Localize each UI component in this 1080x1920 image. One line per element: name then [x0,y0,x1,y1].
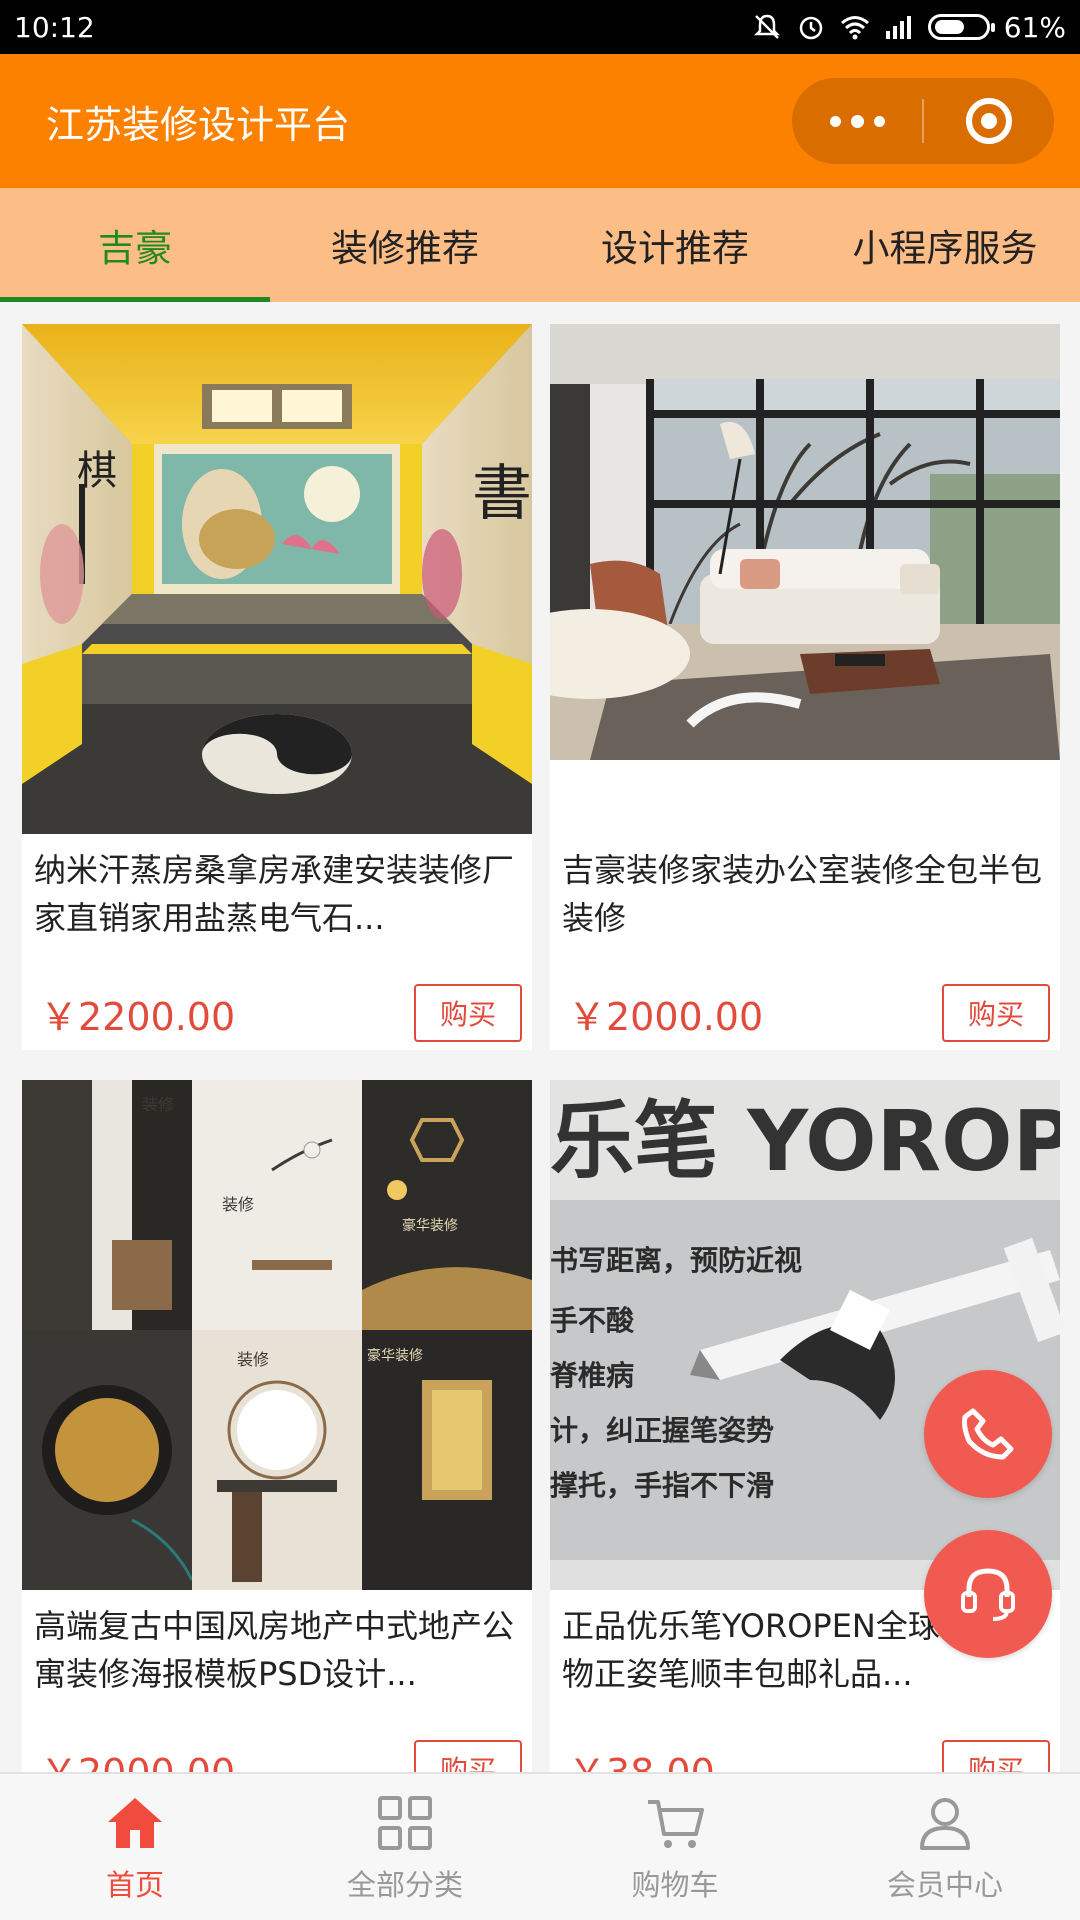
tab-mini-program-service[interactable]: 小程序服务 [810,188,1080,302]
nav-member-center[interactable]: 会员中心 [810,1774,1080,1920]
pen-feature-line: 撑托，手指不下滑 [550,1469,774,1502]
more-dots-icon[interactable] [792,78,922,164]
grid-icon [378,1796,432,1850]
tab-decoration-recommend[interactable]: 装修推荐 [270,188,540,302]
category-tabs: 吉豪 装修推荐 设计推荐 小程序服务 [0,188,1080,302]
customer-service-icon [961,1568,1015,1621]
product-image-chinese-poster[interactable]: 装修 装修 装修 豪华装修 豪华装修 [22,1080,532,1590]
poster-label: 装修 [237,1350,269,1369]
mute-icon [753,14,780,39]
svg-text:棋: 棋 [77,448,117,494]
product-card[interactable]: 書 棋 纳米汗蒸房桑拿房承建安装装修厂家直销家用盐蒸电气石... ￥2200.0… [22,324,532,1050]
app-header: 江苏装修设计平台 [0,54,1080,188]
nav-cart[interactable]: 购物车 [540,1774,810,1920]
status-icons: 61% [752,11,1066,44]
tab-design-recommend[interactable]: 设计推荐 [540,188,810,302]
poster-label: 豪华装修 [402,1218,458,1234]
target-icon[interactable] [924,78,1054,164]
battery-icon [927,14,995,40]
product-name[interactable]: 高端复古中国风房地产中式地产公寓装修海报模板PSD设计... [34,1602,520,1698]
product-image-living-room[interactable] [550,324,1060,760]
user-icon [920,1798,970,1850]
pen-feature-line: 书写距离，预防近视 [550,1244,802,1277]
alarm-icon [799,16,823,40]
nav-label: 购物车 [631,1868,719,1902]
battery-percent: 61% [1003,10,1066,44]
product-name[interactable]: 纳米汗蒸房桑拿房承建安装装修厂家直销家用盐蒸电气石... [34,846,520,942]
product-card[interactable]: 装修 装修 装修 豪华装修 豪华装修 高端复古中国风房地产中式地产公寓装修海报模… [22,1080,532,1780]
nav-all-categories[interactable]: 全部分类 [270,1774,540,1920]
mini-program-capsule [792,78,1054,164]
nav-label: 首页 [105,1868,164,1902]
nav-home[interactable]: 首页 [0,1774,270,1920]
pen-headline: 乐笔 YOROPE [550,1092,1060,1190]
buy-button[interactable]: 购买 [942,984,1050,1042]
product-card[interactable]: 吉豪装修家装办公室装修全包半包装修 ￥2000.00 购买 [550,324,1060,1050]
pen-feature-line: 计，纠正握笔姿势 [550,1414,774,1447]
poster-label: 豪华装修 [367,1348,423,1364]
phone-icon [962,1408,1014,1460]
product-image-sauna-room[interactable]: 書 棋 [22,324,532,834]
signal-icon [885,16,911,39]
product-price: ￥2000.00 [568,995,764,1039]
nav-label: 会员中心 [886,1868,1003,1902]
product-image-yoropen-pen[interactable]: 乐笔 YOROPE 书写距离，预防近视 手不酸 脊椎病 计，纠正握笔姿势 撑托，… [550,1080,1060,1590]
status-bar: 10:12 61% [0,0,1080,54]
pen-feature-line: 手不酸 [550,1304,635,1337]
status-time: 10:12 [14,10,95,44]
poster-label: 装修 [222,1195,254,1214]
phone-button[interactable] [924,1370,1052,1498]
home-icon [108,1798,162,1848]
buy-button[interactable]: 购买 [414,984,522,1042]
cart-icon [648,1800,704,1848]
customer-service-button[interactable] [924,1530,1052,1658]
product-price: ￥2200.00 [40,995,236,1039]
page-title: 江苏装修设计平台 [46,102,351,147]
bottom-nav: 首页 全部分类 购物车 会员中心 [0,1772,1080,1920]
nav-label: 全部分类 [346,1868,463,1902]
svg-text:書: 書 [472,459,532,529]
pen-feature-line: 脊椎病 [550,1359,634,1392]
poster-label: 装修 [142,1095,174,1114]
wifi-icon [840,16,869,40]
tab-jihao[interactable]: 吉豪 [0,188,270,302]
product-name[interactable]: 吉豪装修家装办公室装修全包半包装修 [562,846,1048,942]
